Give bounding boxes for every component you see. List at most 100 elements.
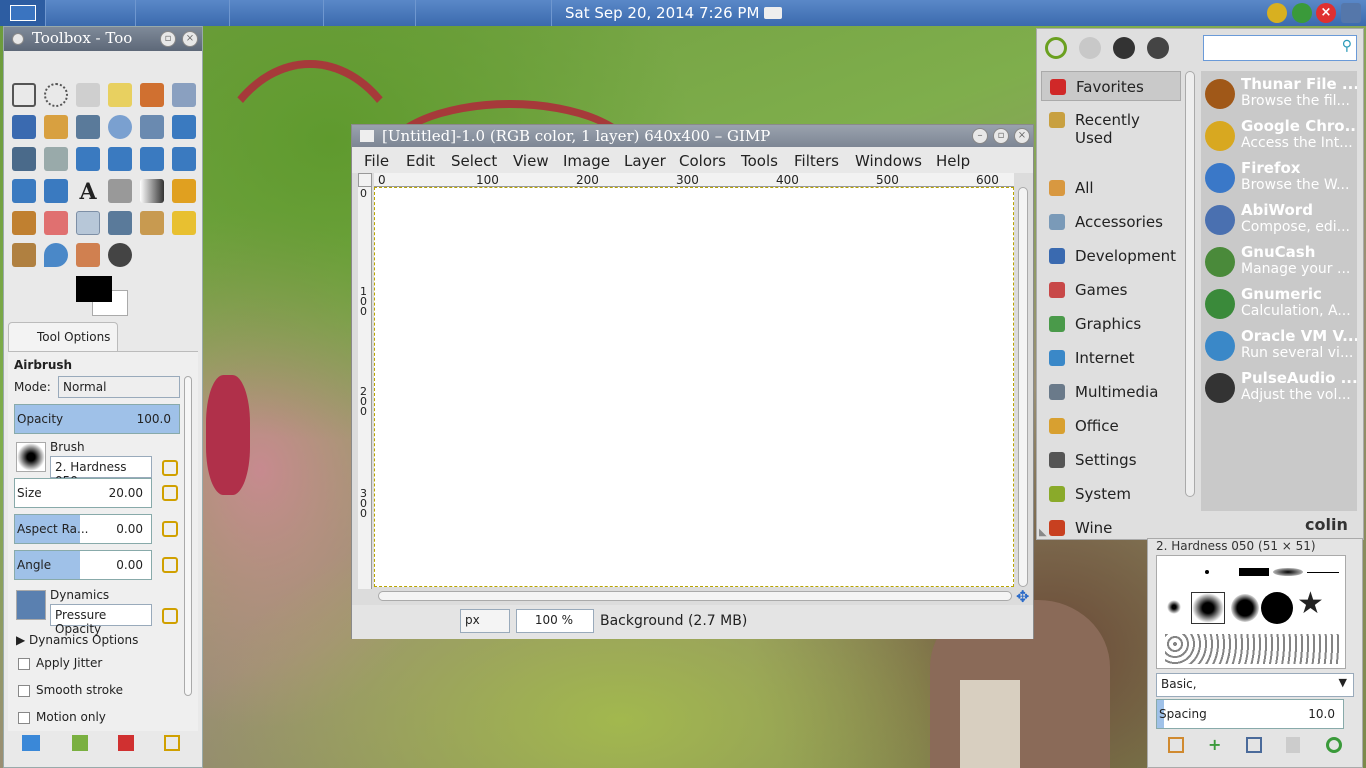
category-item[interactable]: Recently Used: [1041, 105, 1181, 147]
menu-select[interactable]: Select: [451, 152, 497, 170]
smudge-icon[interactable]: [76, 243, 100, 267]
category-item[interactable]: Development: [1041, 241, 1181, 271]
dynamics-field[interactable]: Pressure Opacity: [50, 604, 152, 636]
crop-icon[interactable]: [44, 147, 68, 171]
star-brush-icon[interactable]: ★: [1297, 588, 1324, 620]
category-item[interactable]: Office: [1041, 411, 1181, 441]
opacity-slider[interactable]: Opacity 100.0: [14, 404, 180, 434]
refresh-brushes-icon[interactable]: [1326, 737, 1342, 753]
app-item[interactable]: Thunar File ... Browse the fil...: [1203, 75, 1357, 117]
unit-select[interactable]: px: [460, 609, 510, 633]
delete-brush-icon[interactable]: [1286, 737, 1300, 753]
app-item[interactable]: Google Chro... Access the Int...: [1203, 117, 1357, 159]
rotate-icon[interactable]: [76, 147, 100, 171]
quick-mask-menu-icon[interactable]: [358, 173, 372, 187]
menu-filters[interactable]: Filters: [794, 152, 839, 170]
eraser-icon[interactable]: [44, 211, 68, 235]
dynamics-icon[interactable]: [16, 590, 46, 620]
category-item[interactable]: Settings: [1041, 445, 1181, 475]
perspective-clone-icon[interactable]: [12, 243, 36, 267]
spacing-slider[interactable]: Spacing 10.0: [1156, 699, 1344, 729]
reset-aspect-icon[interactable]: [162, 521, 178, 537]
menu-icon[interactable]: [1341, 3, 1361, 23]
color-select-icon[interactable]: [140, 83, 164, 107]
brush-item[interactable]: [1167, 600, 1181, 614]
paintbrush-icon[interactable]: [12, 211, 36, 235]
category-item[interactable]: Accessories: [1041, 207, 1181, 237]
reset-size-icon[interactable]: [162, 485, 178, 501]
zoom-field[interactable]: 100 %: [516, 609, 594, 633]
foreground-select-icon[interactable]: [12, 115, 36, 139]
airbrush-icon[interactable]: [76, 211, 100, 235]
close-icon[interactable]: ×: [1316, 3, 1336, 23]
shear-icon[interactable]: [140, 147, 164, 171]
resize-grip-icon[interactable]: ◣: [1039, 527, 1047, 538]
brush-preview[interactable]: [16, 442, 46, 472]
category-item[interactable]: System: [1041, 479, 1181, 509]
edit-brush-icon[interactable]: [162, 460, 178, 476]
app-item[interactable]: PulseAudio ... Adjust the vol...: [1203, 369, 1357, 411]
category-scrollbar[interactable]: [1185, 71, 1195, 497]
apply-jitter-checkbox[interactable]: [18, 658, 30, 670]
restore-options-icon[interactable]: [72, 735, 88, 751]
user-icon[interactable]: [1079, 37, 1101, 59]
menu-edit[interactable]: Edit: [406, 152, 435, 170]
menu-tools[interactable]: Tools: [741, 152, 778, 170]
aspect-slider[interactable]: Aspect Ra... 0.00: [14, 514, 152, 544]
perspective-icon[interactable]: [172, 147, 196, 171]
menu-file[interactable]: File: [364, 152, 389, 170]
horizontal-scrollbar[interactable]: [378, 591, 1012, 601]
mode-select[interactable]: Normal: [58, 376, 180, 398]
foreground-color-swatch[interactable]: [76, 276, 112, 302]
measure-icon[interactable]: [140, 115, 164, 139]
navigate-icon[interactable]: ✥: [1016, 589, 1032, 605]
ink-icon[interactable]: [108, 211, 132, 235]
workspace-1[interactable]: [0, 0, 46, 26]
close-icon[interactable]: ×: [1014, 128, 1030, 144]
search-input[interactable]: ⚲: [1203, 35, 1357, 61]
ellipse-select-icon[interactable]: [44, 83, 68, 107]
duplicate-brush-icon[interactable]: [1246, 737, 1262, 753]
settings-switch-icon[interactable]: [1147, 37, 1169, 59]
motion-only-checkbox[interactable]: [18, 712, 30, 724]
minimize-icon[interactable]: –: [972, 128, 988, 144]
new-brush-icon[interactable]: +: [1208, 737, 1224, 753]
dodge-burn-icon[interactable]: [108, 243, 132, 267]
bucket-fill-icon[interactable]: [108, 179, 132, 203]
horizontal-ruler[interactable]: 0 100 200 300 400 500 600: [374, 173, 1014, 187]
workspace-2[interactable]: [46, 0, 136, 26]
calendar-icon[interactable]: [764, 7, 782, 19]
menu-colors[interactable]: Colors: [679, 152, 726, 170]
lasso-icon[interactable]: [76, 83, 100, 107]
dynamics-options-expander[interactable]: ▶ Dynamics Options: [16, 633, 138, 647]
scale-icon[interactable]: [108, 147, 132, 171]
vertical-ruler[interactable]: 0 1 0 0 2 0 0 3 0 0: [358, 187, 372, 589]
close-icon[interactable]: ×: [182, 31, 198, 47]
category-item[interactable]: Internet: [1041, 343, 1181, 373]
chevron-down-icon[interactable]: ▼: [1339, 676, 1347, 689]
image-canvas[interactable]: [374, 187, 1014, 587]
angle-slider[interactable]: Angle 0.00: [14, 550, 152, 580]
workspace-4[interactable]: [230, 0, 324, 26]
restore-icon[interactable]: ▫: [160, 31, 176, 47]
edit-dynamics-icon[interactable]: [162, 608, 178, 624]
brush-item[interactable]: [1261, 592, 1293, 624]
app-item[interactable]: Firefox Browse the W...: [1203, 159, 1357, 201]
category-item[interactable]: Multimedia: [1041, 377, 1181, 407]
tray-green-icon[interactable]: [1292, 3, 1312, 23]
window-menu-icon[interactable]: [12, 33, 24, 45]
edit-brush-icon[interactable]: [1168, 737, 1184, 753]
color-picker-icon[interactable]: [76, 115, 100, 139]
app-item[interactable]: GnuCash Manage your ...: [1203, 243, 1357, 285]
menu-layer[interactable]: Layer: [624, 152, 666, 170]
flip-icon[interactable]: [12, 179, 36, 203]
align-icon[interactable]: [12, 147, 36, 171]
workspace-3[interactable]: [136, 0, 230, 26]
workspace-6[interactable]: [416, 0, 552, 26]
brush-item[interactable]: [1231, 594, 1259, 622]
brush-item[interactable]: [1239, 568, 1269, 576]
category-item[interactable]: Favorites: [1041, 71, 1181, 101]
toolbox-titlebar[interactable]: Toolbox - Too ▫ ×: [4, 27, 202, 51]
cage-icon[interactable]: [44, 179, 68, 203]
delete-options-icon[interactable]: [118, 735, 134, 751]
